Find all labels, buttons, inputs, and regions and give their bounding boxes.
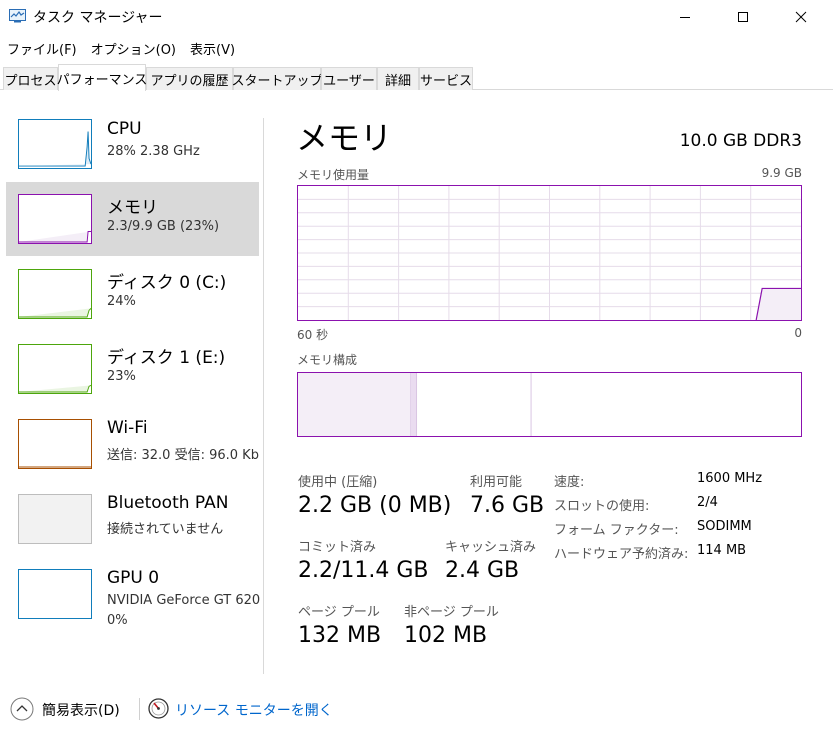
- tab-processes[interactable]: プロセス: [3, 67, 58, 90]
- sidebar-item-title: CPU: [107, 119, 142, 139]
- title-bar: タスク マネージャー: [0, 0, 833, 33]
- sidebar-item-disk-1[interactable]: ディスク 1 (E:) 23%: [6, 332, 259, 406]
- menu-view[interactable]: 表示(V): [183, 36, 242, 60]
- sidebar-item-bluetooth-pan[interactable]: Bluetooth PAN 接続されていません: [6, 482, 259, 556]
- cpu-thumbnail: [18, 119, 92, 169]
- paged-pool-label: ページ プール: [298, 605, 380, 620]
- composition-in-use: [298, 373, 411, 436]
- nonpaged-pool-value: 102 MB: [404, 623, 488, 648]
- committed-value: 2.2/11.4 GB: [298, 558, 429, 583]
- window-title: タスク マネージャー: [33, 10, 163, 26]
- sidebar-item-title: ディスク 1 (E:): [107, 348, 226, 368]
- gpu-thumbnail: [18, 569, 92, 619]
- task-manager-icon: [9, 9, 26, 23]
- cached-label: キャッシュ済み: [445, 540, 537, 555]
- hardware-reserved-value: 114 MB: [697, 543, 747, 558]
- sidebar-item-title: メモリ: [107, 198, 158, 218]
- menu-file[interactable]: ファイル(F): [0, 36, 84, 60]
- sidebar-item-subtitle-2: 0%: [107, 613, 128, 628]
- sidebar-item-subtitle: 24%: [107, 294, 136, 309]
- slots-value: 2/4: [697, 495, 718, 510]
- memory-spec: 10.0 GB DDR3: [679, 131, 802, 151]
- page-title: メモリ: [296, 119, 393, 157]
- sidebar-item-subtitle: NVIDIA GeForce GT 620: [107, 593, 261, 608]
- paged-pool-value: 132 MB: [298, 623, 382, 648]
- time-axis-right: 0: [794, 326, 802, 340]
- sidebar-item-cpu[interactable]: CPU 28% 2.38 GHz: [6, 108, 259, 182]
- bluetooth-thumbnail: [18, 494, 92, 544]
- bottom-bar: [0, 686, 833, 736]
- tab-strip: プロセス パフォーマンス アプリの履歴 スタートアップ ユーザー 詳細 サービス: [0, 64, 833, 91]
- close-button[interactable]: [778, 0, 824, 33]
- slots-label: スロットの使用:: [554, 499, 650, 514]
- tab-users[interactable]: ユーザー: [321, 67, 377, 90]
- memory-usage-graph: [297, 185, 802, 321]
- minimize-button[interactable]: [662, 0, 708, 33]
- tab-startup[interactable]: スタートアップ: [232, 67, 323, 90]
- resource-list: CPU 28% 2.38 GHz メモリ 2.3/9.9 GB (23%) ディ…: [0, 91, 264, 675]
- maximize-icon: [738, 11, 748, 22]
- sidebar-item-subtitle: 送信: 32.0 受信: 96.0 Kb: [107, 448, 259, 463]
- sidebar-item-title: Bluetooth PAN: [107, 493, 229, 513]
- open-resource-monitor-link[interactable]: リソース モニターを開く: [175, 700, 333, 720]
- chevron-up-icon[interactable]: [10, 697, 34, 721]
- disk1-thumbnail: [18, 344, 92, 394]
- composition-modified: [410, 373, 417, 436]
- usage-graph-label: メモリ使用量: [297, 168, 370, 182]
- committed-label: コミット済み: [298, 540, 377, 555]
- sidebar-item-subtitle: 23%: [107, 369, 136, 384]
- bottom-separator: [139, 698, 140, 720]
- minimize-icon: [680, 16, 690, 18]
- wifi-thumbnail: [18, 419, 92, 469]
- sidebar-item-subtitle: 28% 2.38 GHz: [107, 144, 200, 159]
- in-use-value: 2.2 GB (0 MB): [298, 493, 452, 518]
- cached-value: 2.4 GB: [445, 558, 520, 583]
- tab-performance[interactable]: パフォーマンス: [57, 64, 147, 91]
- speed-value: 1600 MHz: [697, 471, 763, 486]
- composition-label: メモリ構成: [297, 353, 358, 367]
- sidebar-item-subtitle: 2.3/9.9 GB (23%): [107, 219, 220, 234]
- fewer-details-button[interactable]: 簡易表示(D): [42, 700, 120, 720]
- speed-label: 速度:: [554, 475, 585, 490]
- time-axis-left: 60 秒: [297, 328, 329, 342]
- sidebar-item-memory[interactable]: メモリ 2.3/9.9 GB (23%): [6, 182, 259, 256]
- graph-gridlines: [298, 186, 801, 320]
- panel-divider: [263, 118, 264, 674]
- sidebar-item-title: GPU 0: [107, 568, 160, 588]
- nonpaged-pool-label: 非ページ プール: [404, 605, 499, 620]
- resource-monitor-icon[interactable]: [148, 698, 169, 719]
- usage-graph-max: 9.9 GB: [761, 166, 802, 180]
- sidebar-item-wifi[interactable]: Wi-Fi 送信: 32.0 受信: 96.0 Kb: [6, 407, 259, 481]
- menu-options[interactable]: オプション(O): [84, 36, 183, 60]
- in-use-label: 使用中 (圧縮): [298, 475, 378, 490]
- sidebar-item-title: Wi-Fi: [107, 418, 148, 438]
- form-factor-value: SODIMM: [697, 519, 752, 534]
- menu-bar: ファイル(F) オプション(O) 表示(V): [0, 36, 833, 60]
- usage-area: [756, 288, 801, 320]
- tab-details[interactable]: 詳細: [377, 67, 419, 90]
- sidebar-item-title: ディスク 0 (C:): [107, 273, 227, 293]
- tab-app-history[interactable]: アプリの履歴: [146, 67, 233, 90]
- tab-services[interactable]: サービス: [419, 67, 473, 90]
- close-icon: [795, 11, 807, 22]
- available-value: 7.6 GB: [470, 493, 545, 518]
- sidebar-item-disk-0[interactable]: ディスク 0 (C:) 24%: [6, 257, 259, 331]
- memory-composition-bar: [297, 372, 802, 437]
- sidebar-item-gpu-0[interactable]: GPU 0 NVIDIA GeForce GT 620 0%: [6, 557, 261, 637]
- form-factor-label: フォーム ファクター:: [554, 523, 679, 538]
- disk0-thumbnail: [18, 269, 92, 319]
- maximize-button[interactable]: [720, 0, 766, 33]
- hardware-reserved-label: ハードウェア予約済み:: [554, 547, 689, 562]
- sidebar-item-subtitle: 接続されていません: [107, 522, 224, 537]
- memory-thumbnail: [18, 194, 92, 244]
- available-label: 利用可能: [470, 475, 523, 490]
